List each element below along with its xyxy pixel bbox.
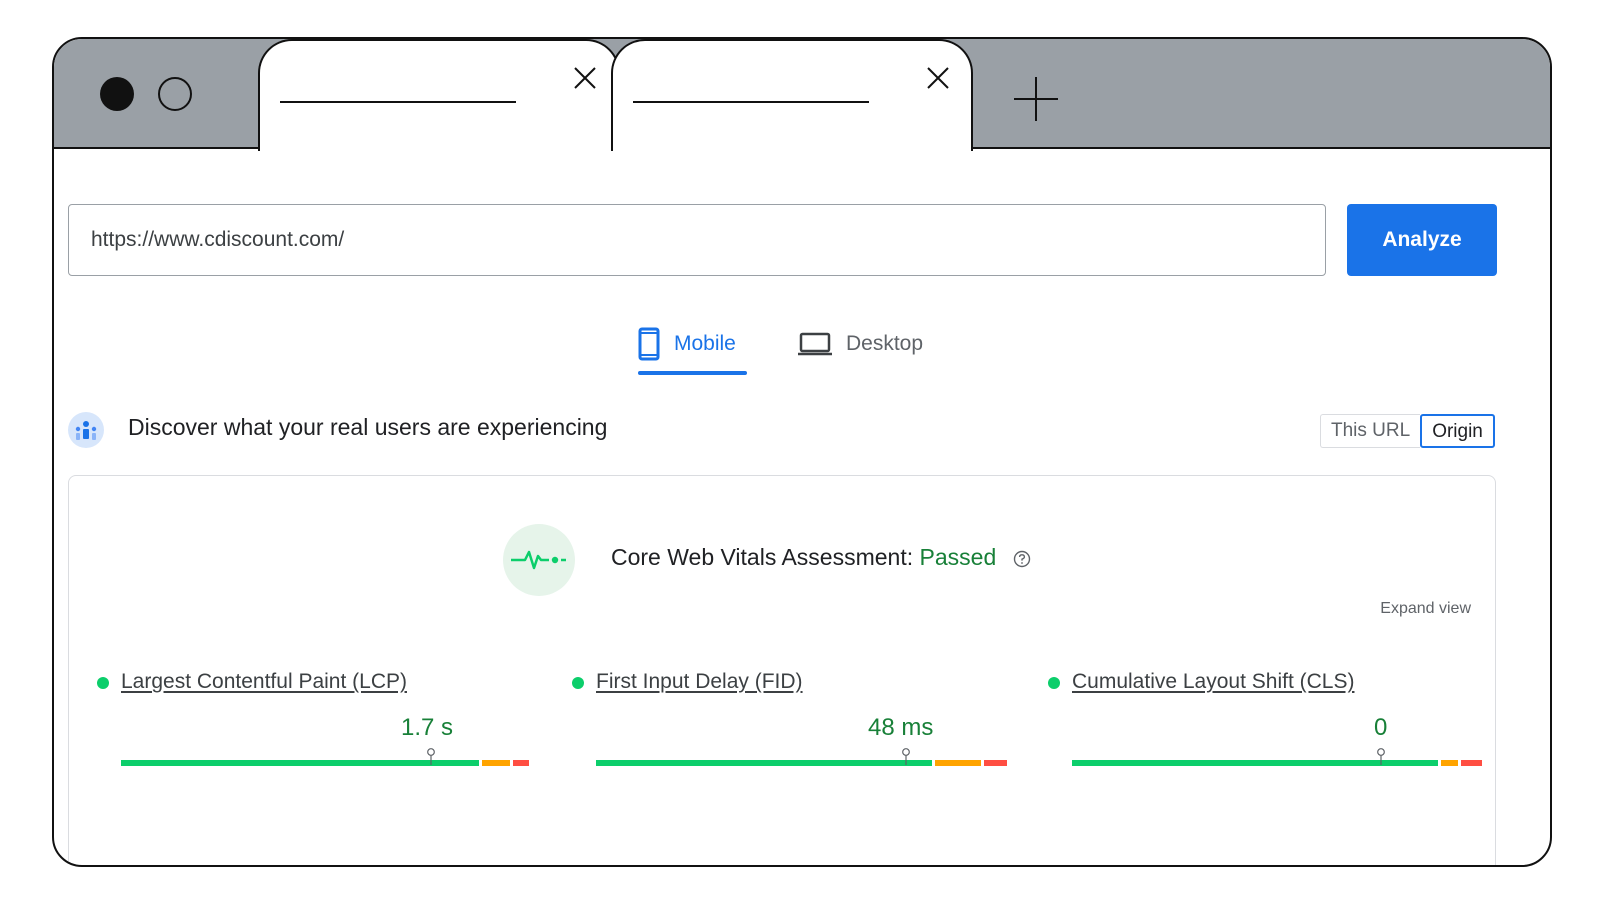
url-origin-toggle: This URL Origin: [1320, 414, 1495, 448]
bar-poor-segment: [984, 760, 1007, 766]
bar-ni-segment: [482, 760, 510, 766]
metric-name-link[interactable]: Largest Contentful Paint (LCP): [121, 670, 407, 694]
toggle-this-url[interactable]: This URL: [1320, 414, 1421, 448]
help-icon[interactable]: [1013, 550, 1031, 568]
browser-tab-1[interactable]: [258, 39, 620, 151]
tab-desktop-label: Desktop: [846, 332, 924, 355]
metric-value: 0: [1374, 714, 1388, 741]
cwv-assessment: Core Web Vitals Assessment: Passed: [611, 544, 1031, 571]
field-data-title: Discover what your real users are experi…: [128, 414, 608, 440]
analyze-button[interactable]: Analyze: [1347, 204, 1497, 276]
cwv-card: Core Web Vitals Assessment: Passed Expan…: [68, 475, 1496, 865]
status-good-dot: [572, 677, 584, 689]
status-good-dot: [97, 677, 109, 689]
status-good-dot: [1048, 677, 1060, 689]
bar-poor-segment: [513, 760, 529, 766]
plus-icon[interactable]: [1012, 75, 1060, 123]
browser-window: https://www.cdiscount.com/ Analyze Mobil…: [52, 37, 1552, 867]
crux-users-icon: [68, 412, 104, 448]
pulse-icon: [503, 524, 575, 596]
metric-value: 1.7 s: [401, 714, 454, 741]
cwv-assessment-result: Passed: [919, 544, 997, 570]
close-icon[interactable]: [925, 65, 951, 91]
browser-tab-2[interactable]: [611, 39, 973, 151]
bar-ni-segment: [935, 760, 981, 766]
window-control-empty[interactable]: [158, 77, 192, 111]
bar-poor-segment: [1461, 760, 1482, 766]
percentile-marker-icon: [902, 748, 910, 765]
metric-name-link[interactable]: First Input Delay (FID): [596, 670, 803, 694]
tab-desktop[interactable]: Desktop: [798, 319, 923, 369]
cwv-assessment-label: Core Web Vitals Assessment:: [611, 544, 920, 570]
toggle-origin[interactable]: Origin: [1420, 414, 1495, 448]
distribution-bar: [121, 760, 535, 766]
close-icon[interactable]: [572, 65, 598, 91]
phone-icon: [638, 327, 660, 361]
window-control-filled[interactable]: [100, 77, 134, 111]
percentile-marker-icon: [1377, 748, 1385, 765]
tab-bar: [54, 39, 1550, 151]
distribution-bar: [1072, 760, 1486, 766]
tab-title-placeholder: [633, 101, 869, 103]
metric-name-link[interactable]: Cumulative Layout Shift (CLS): [1072, 670, 1354, 694]
tab-mobile[interactable]: Mobile: [638, 319, 736, 369]
expand-view-link[interactable]: Expand view: [1380, 600, 1471, 618]
tab-title-placeholder: [280, 101, 516, 103]
laptop-icon: [798, 332, 832, 356]
metric-value: 48 ms: [868, 714, 934, 741]
bar-good-segment: [596, 760, 932, 766]
selected-tab-indicator: [638, 371, 747, 375]
bar-ni-segment: [1441, 760, 1458, 766]
tab-mobile-label: Mobile: [674, 332, 736, 355]
page-content: https://www.cdiscount.com/ Analyze Mobil…: [54, 149, 1550, 865]
url-input[interactable]: https://www.cdiscount.com/: [68, 204, 1326, 276]
distribution-bar: [596, 760, 1010, 766]
percentile-marker-icon: [427, 748, 435, 765]
